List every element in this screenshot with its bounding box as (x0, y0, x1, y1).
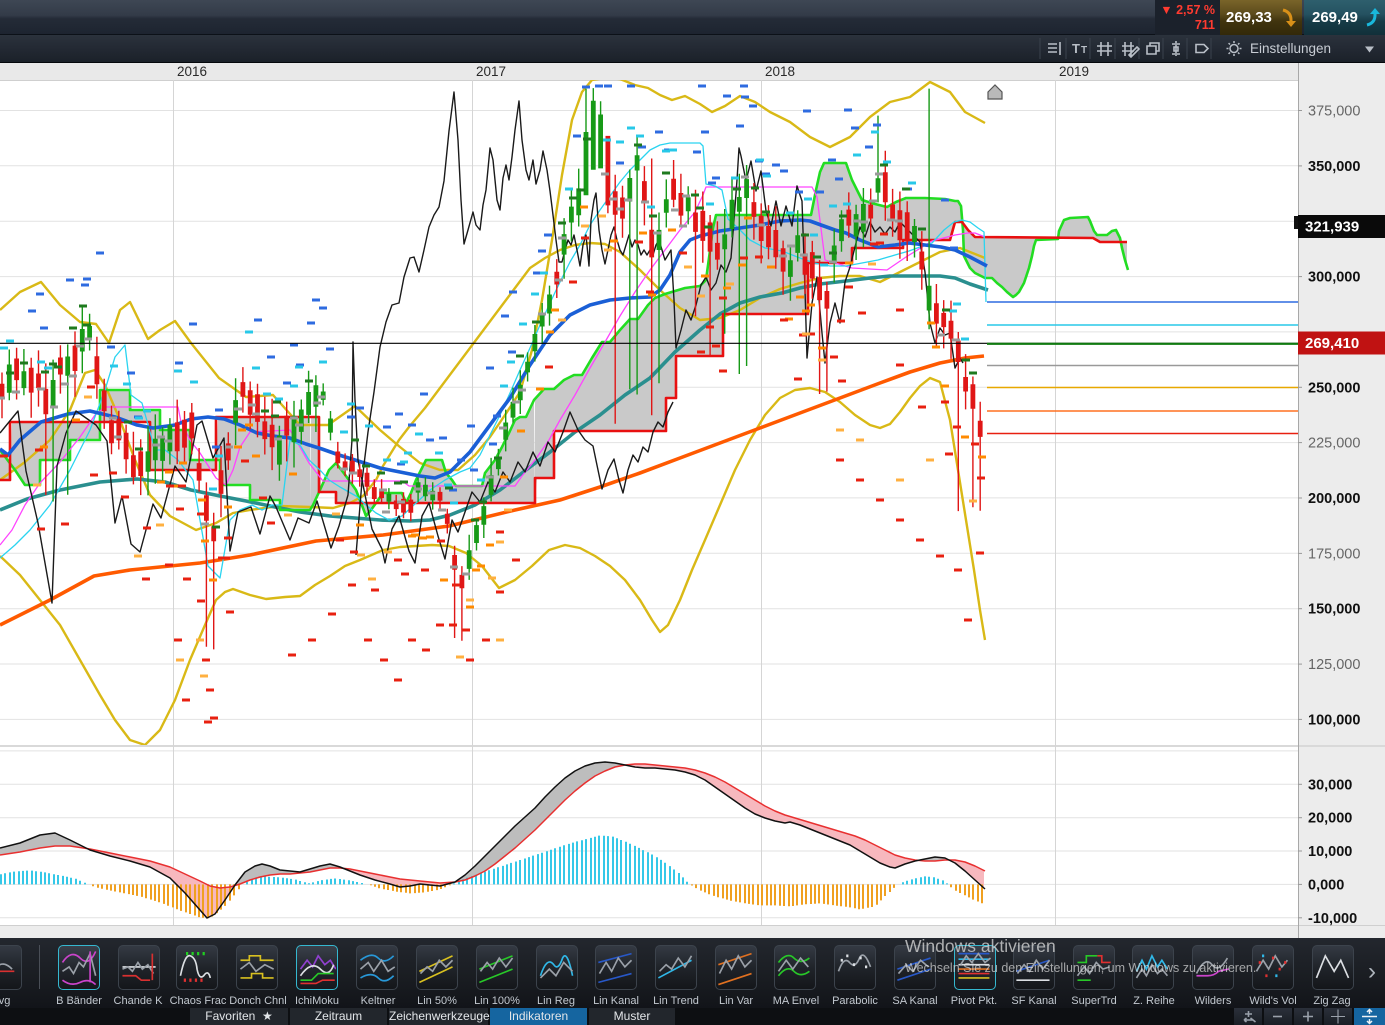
svg-text:10,000: 10,000 (1308, 844, 1352, 860)
svg-text:269,410: 269,410 (1305, 335, 1359, 352)
svg-text:300,000: 300,000 (1308, 270, 1360, 286)
svg-text:225,000: 225,000 (1308, 436, 1360, 452)
svg-text:100,000: 100,000 (1308, 712, 1360, 728)
svg-text:T: T (1081, 45, 1087, 56)
svg-text:0,000: 0,000 (1308, 877, 1344, 893)
svg-text:2019: 2019 (1059, 64, 1089, 79)
svg-text:125,000: 125,000 (1308, 657, 1360, 673)
svg-text:150,000: 150,000 (1308, 602, 1360, 618)
svg-text:2016: 2016 (177, 64, 207, 79)
svg-text:Einstellungen: Einstellungen (1250, 41, 1331, 56)
svg-text:250,000: 250,000 (1308, 380, 1360, 396)
svg-text:375,000: 375,000 (1308, 104, 1360, 120)
svg-text:200,000: 200,000 (1308, 491, 1360, 507)
svg-text:350,000: 350,000 (1308, 159, 1360, 175)
svg-text:20,000: 20,000 (1308, 811, 1352, 827)
svg-text:2018: 2018 (765, 64, 795, 79)
svg-text:175,000: 175,000 (1308, 546, 1360, 562)
svg-text:321,939: 321,939 (1305, 219, 1359, 236)
svg-text:-10,000: -10,000 (1308, 911, 1357, 927)
svg-text:30,000: 30,000 (1308, 777, 1352, 793)
svg-text:T: T (1072, 41, 1080, 56)
svg-text:2017: 2017 (476, 64, 506, 79)
